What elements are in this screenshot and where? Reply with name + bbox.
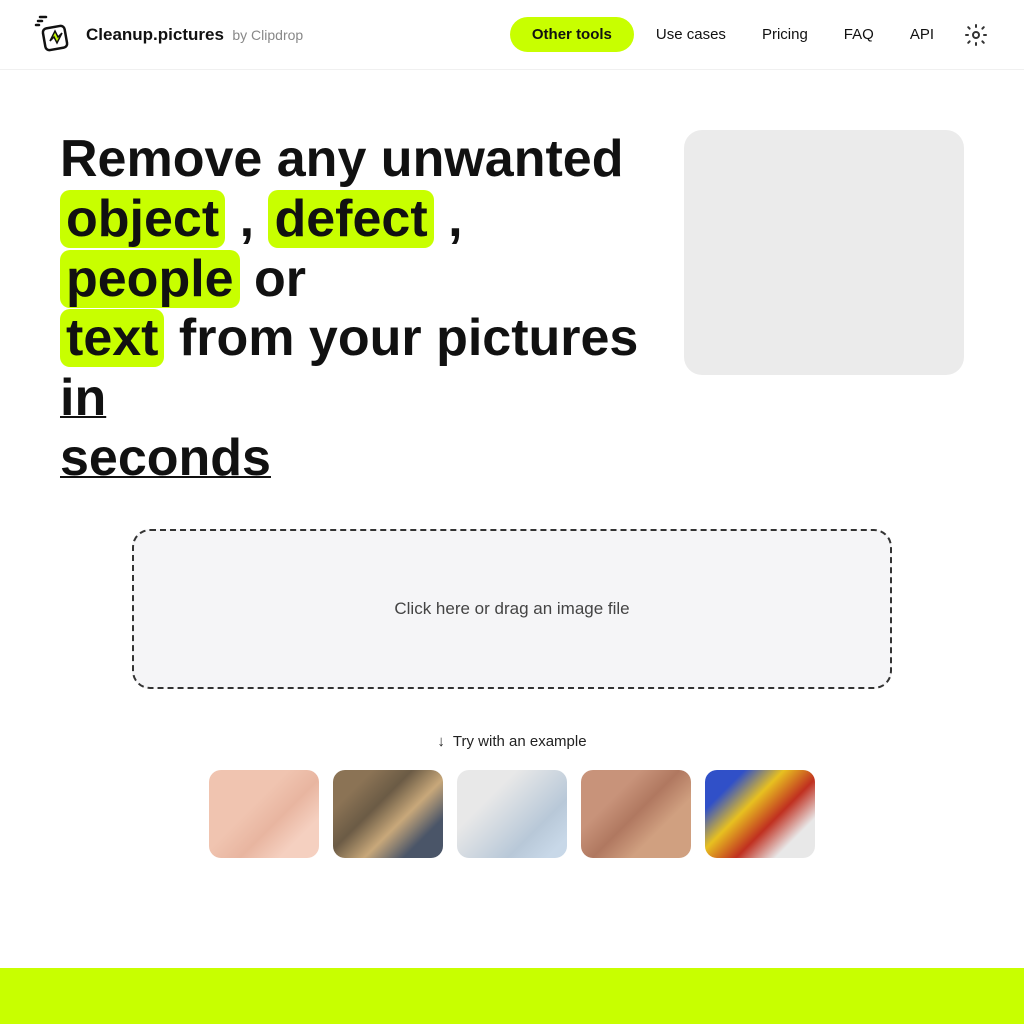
example-thumb-3[interactable]: [457, 770, 567, 858]
other-tools-button[interactable]: Other tools: [510, 17, 634, 52]
hero-seconds: seconds: [60, 429, 271, 487]
pricing-link[interactable]: Pricing: [748, 18, 822, 51]
example-thumbnails: [209, 770, 815, 858]
navbar: Cleanup.pictures by Clipdrop Other tools…: [0, 0, 1024, 70]
logo-icon: [32, 13, 76, 57]
arrow-icon: ↓: [437, 733, 445, 750]
upload-dropzone[interactable]: Click here or drag an image file: [132, 529, 892, 689]
logo[interactable]: Cleanup.pictures by Clipdrop: [32, 13, 303, 57]
highlight-text: text: [60, 309, 164, 367]
hero-demo-image: [684, 130, 964, 375]
highlight-people: people: [60, 250, 240, 308]
underline-in: in: [60, 369, 106, 427]
examples-section: ↓ Try with an example: [0, 709, 1024, 898]
use-cases-link[interactable]: Use cases: [642, 18, 740, 51]
bottom-accent-bar: [0, 968, 1024, 1024]
word-defect: defect: [274, 190, 427, 248]
gear-icon: [964, 23, 988, 47]
word-or: or: [240, 250, 306, 308]
highlight-defect: defect: [268, 190, 433, 248]
settings-button[interactable]: [960, 19, 992, 51]
hero-line3: from your pictures: [164, 309, 638, 367]
word-people: people: [66, 250, 234, 308]
example-thumb-1[interactable]: [209, 770, 319, 858]
hero-line1: Remove any unwanted: [60, 130, 623, 188]
example-thumb-5[interactable]: [705, 770, 815, 858]
faq-link[interactable]: FAQ: [830, 18, 888, 51]
example-thumb-2[interactable]: [333, 770, 443, 858]
hero-heading: Remove any unwanted object , defect , pe…: [60, 130, 644, 489]
api-link[interactable]: API: [896, 18, 948, 51]
nav-links: Other tools Use cases Pricing FAQ API: [510, 17, 992, 52]
brand-by: by Clipdrop: [232, 27, 303, 43]
brand-name: Cleanup.pictures: [86, 25, 224, 44]
comma1: ,: [225, 190, 268, 248]
highlight-object: object: [60, 190, 225, 248]
hero-section: Remove any unwanted object , defect , pe…: [0, 70, 1024, 489]
word-object: object: [66, 190, 219, 248]
upload-label: Click here or drag an image file: [394, 599, 629, 619]
try-example-label: ↓ Try with an example: [437, 733, 586, 750]
comma2: ,: [434, 190, 463, 248]
word-text: text: [66, 309, 158, 367]
upload-section: Click here or drag an image file: [0, 489, 1024, 709]
example-thumb-4[interactable]: [581, 770, 691, 858]
hero-text: Remove any unwanted object , defect , pe…: [60, 130, 644, 489]
try-example-text: Try with an example: [453, 733, 587, 750]
